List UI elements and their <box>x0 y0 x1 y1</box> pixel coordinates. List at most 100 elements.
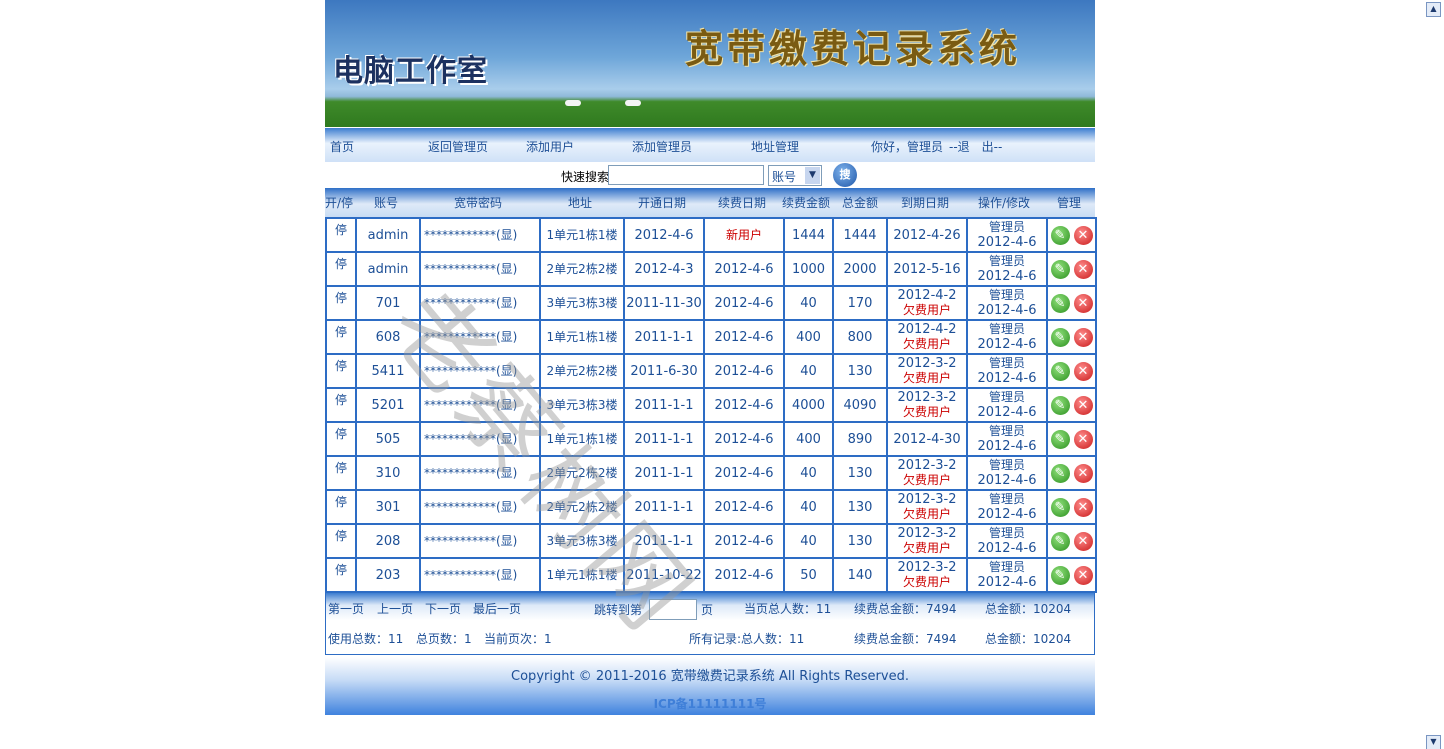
logout-link[interactable]: --退 出-- <box>949 138 1002 155</box>
toggle-link[interactable]: 停 <box>325 353 357 389</box>
edit-icon[interactable]: ✎ <box>1050 395 1070 415</box>
col-total: 总金额 <box>842 196 879 210</box>
toggle-link[interactable]: 停 <box>325 523 357 559</box>
address-cell: 1单元1栋1楼 <box>539 217 625 253</box>
renew-amount-cell: 40 <box>783 353 834 389</box>
total-cell-text: 170 <box>847 295 873 311</box>
password-cell[interactable]: ************(显) <box>419 285 541 321</box>
password-cell[interactable]: ************(显) <box>419 217 541 253</box>
expire-cell: 2012-3-2 欠费用户 <box>886 387 968 423</box>
open-date-cell: 2011-11-30 <box>623 285 705 321</box>
password-cell[interactable]: ************(显) <box>419 421 541 457</box>
open-date-cell-text: 2011-1-1 <box>634 533 694 549</box>
expire-cell: 2012-3-2 欠费用户 <box>886 523 968 559</box>
toggle-link[interactable]: 停 <box>325 421 357 457</box>
account-cell: 208 <box>355 523 421 559</box>
toggle-link[interactable]: 停 <box>325 217 357 253</box>
password-cell[interactable]: ************(显) <box>419 489 541 525</box>
password-cell[interactable]: ************(显) <box>419 319 541 355</box>
password-cell[interactable]: ************(显) <box>419 387 541 423</box>
edit-icon[interactable]: ✎ <box>1050 327 1070 347</box>
password-cell[interactable]: ************(显) <box>419 557 541 593</box>
expire-date: 2012-3-2 <box>897 390 957 405</box>
expire-date: 2012-4-2 <box>897 322 957 337</box>
pager-prev[interactable]: 上一页 <box>377 600 413 617</box>
delete-icon[interactable]: ✕ <box>1073 497 1093 517</box>
search-input[interactable] <box>608 165 764 185</box>
password-cell[interactable]: ************(显) <box>419 523 541 559</box>
account-cell-text: admin <box>367 227 409 243</box>
delete-icon[interactable]: ✕ <box>1073 327 1093 347</box>
delete-icon[interactable]: ✕ <box>1073 361 1093 381</box>
toggle-link-text: 停 <box>334 325 347 339</box>
scroll-up-icon[interactable]: ▲ <box>1426 2 1441 17</box>
delete-icon[interactable]: ✕ <box>1073 225 1093 245</box>
nav-add-user[interactable]: 添加用户 <box>526 138 574 155</box>
total-cell-text: 130 <box>847 533 873 549</box>
expire-date: 2012-4-2 <box>897 288 957 303</box>
operator-name: 管理员 <box>988 356 1025 370</box>
password-cell[interactable]: ************(显) <box>419 455 541 491</box>
col-manage: 管理 <box>1057 196 1082 210</box>
pager-next[interactable]: 下一页 <box>425 600 461 617</box>
nav-home[interactable]: 首页 <box>330 138 354 155</box>
edit-icon[interactable]: ✎ <box>1050 293 1070 313</box>
renew-amount-cell: 40 <box>783 285 834 321</box>
nav-add-admin[interactable]: 添加管理员 <box>632 138 692 155</box>
delete-icon[interactable]: ✕ <box>1073 531 1093 551</box>
delete-icon[interactable]: ✕ <box>1073 429 1093 449</box>
edit-icon[interactable]: ✎ <box>1050 463 1070 483</box>
jump-page-input[interactable] <box>649 599 697 620</box>
operation-date: 2012-4-6 <box>977 405 1037 420</box>
edit-icon[interactable]: ✎ <box>1050 225 1070 245</box>
toggle-link[interactable]: 停 <box>325 319 357 355</box>
table-row: 停 5201 ************(显) 3单元3栋3楼 2011-1-1 2012-… <box>325 387 1097 423</box>
nav-address[interactable]: 地址管理 <box>751 138 799 155</box>
operation-cell: 管理员 2012-4-6 <box>966 421 1048 457</box>
nav-back-admin[interactable]: 返回管理页 <box>428 138 488 155</box>
table-header: 开/停 账号 宽带密码 地址 开通日期 续费日期 续费金额 总金额 到期日期 操… <box>325 188 1095 217</box>
total-cell-text: 800 <box>847 329 873 345</box>
password-cell-text: ************(显) <box>424 295 518 310</box>
toggle-link[interactable]: 停 <box>325 489 357 525</box>
edit-icon[interactable]: ✎ <box>1050 531 1070 551</box>
manage-cell: ✎ ✕ <box>1046 557 1097 593</box>
password-cell[interactable]: ************(显) <box>419 353 541 389</box>
open-date-cell: 2011-1-1 <box>623 421 705 457</box>
renew-amount-cell-text: 50 <box>800 567 817 583</box>
toggle-link[interactable]: 停 <box>325 251 357 287</box>
page-count: 总页数：1 <box>416 632 472 646</box>
delete-icon[interactable]: ✕ <box>1073 293 1093 313</box>
renew-date-text: 2012-4-6 <box>714 397 774 413</box>
password-cell-text: ************(显) <box>424 261 518 276</box>
address-cell: 2单元2栋2楼 <box>539 251 625 287</box>
edit-icon[interactable]: ✎ <box>1050 429 1070 449</box>
edit-icon[interactable]: ✎ <box>1050 361 1070 381</box>
pager-first[interactable]: 第一页 <box>328 600 364 617</box>
icp-link[interactable]: ICP备11111111号 <box>325 695 1095 712</box>
toggle-link[interactable]: 停 <box>325 387 357 423</box>
delete-icon[interactable]: ✕ <box>1073 565 1093 585</box>
edit-icon[interactable]: ✎ <box>1050 565 1070 585</box>
scroll-down-icon[interactable]: ▼ <box>1426 735 1441 749</box>
manage-cell: ✎ ✕ <box>1046 217 1097 253</box>
password-cell[interactable]: ************(显) <box>419 251 541 287</box>
operation-cell: 管理员 2012-4-6 <box>966 251 1048 287</box>
delete-icon[interactable]: ✕ <box>1073 259 1093 279</box>
search-button[interactable]: 搜 <box>833 163 857 187</box>
toggle-link[interactable]: 停 <box>325 455 357 491</box>
address-cell: 2单元2栋2楼 <box>539 353 625 389</box>
expire-cell: 2012-3-2 欠费用户 <box>886 353 968 389</box>
edit-icon[interactable]: ✎ <box>1050 497 1070 517</box>
toggle-link[interactable]: 停 <box>325 557 357 593</box>
pager-last[interactable]: 最后一页 <box>473 600 521 617</box>
delete-icon[interactable]: ✕ <box>1073 395 1093 415</box>
toggle-link[interactable]: 停 <box>325 285 357 321</box>
search-field-select[interactable]: 账号 ▼ <box>768 165 822 186</box>
address-cell: 3单元3栋3楼 <box>539 285 625 321</box>
total-cell: 140 <box>832 557 888 593</box>
operator-name: 管理员 <box>988 390 1025 404</box>
edit-icon[interactable]: ✎ <box>1050 259 1070 279</box>
renew-date-text: 2012-4-6 <box>714 329 774 345</box>
delete-icon[interactable]: ✕ <box>1073 463 1093 483</box>
